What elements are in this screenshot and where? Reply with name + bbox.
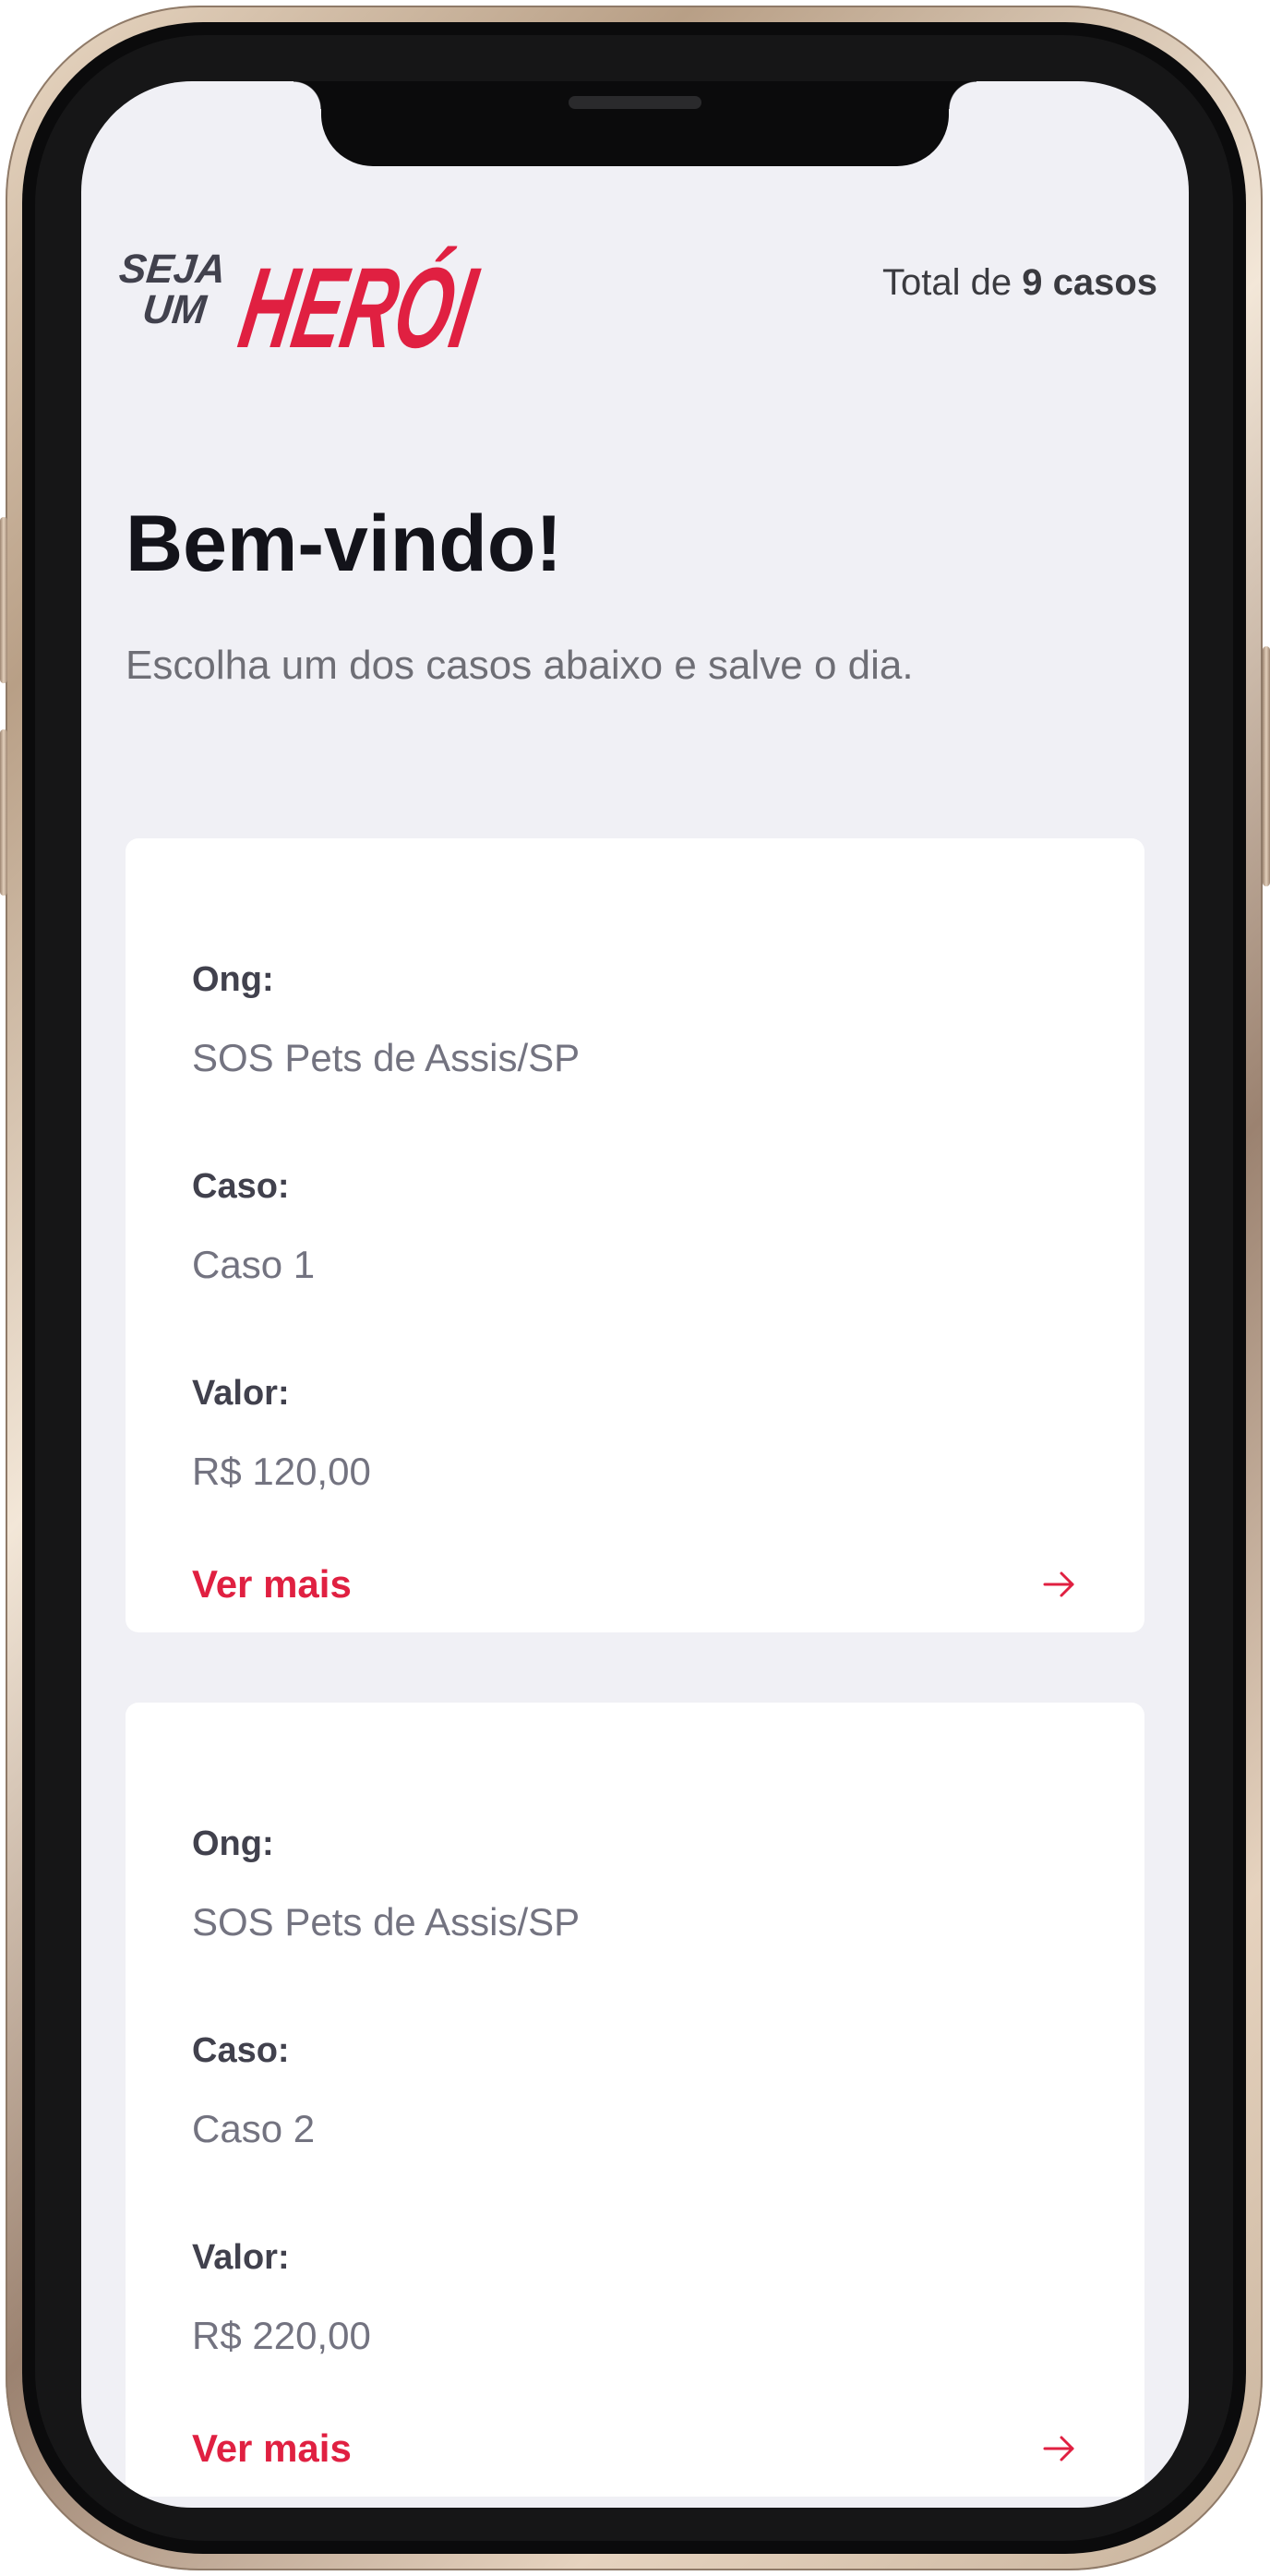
side-button [1263, 646, 1270, 886]
caso-value: Caso 1 [192, 1243, 316, 1286]
caso-label: Caso: [192, 2031, 290, 2070]
seja-um-heroi-logo: SEJA UM HERÓI [118, 245, 486, 372]
caso-label: Caso: [192, 1167, 290, 1206]
page-title: Bem-vindo! [126, 500, 562, 588]
ong-label: Ong: [192, 960, 274, 999]
total-cases-counter: Total de 9 casos [882, 262, 1157, 304]
side-button [0, 729, 7, 896]
ver-mais-link[interactable]: Ver mais [192, 2421, 1078, 2476]
total-prefix: Total de [881, 262, 1012, 303]
total-count: 9 casos [1022, 262, 1157, 303]
valor-value: R$ 220,00 [192, 2314, 371, 2357]
ong-value: SOS Pets de Assis/SP [192, 1900, 581, 1944]
logo-text-seja: SEJA [118, 247, 228, 292]
phone-notch [294, 81, 976, 166]
arrow-right-icon[interactable] [1041, 1566, 1078, 1603]
ver-mais-label: Ver mais [192, 1562, 352, 1606]
ong-label: Ong: [192, 1824, 274, 1863]
ong-value: SOS Pets de Assis/SP [192, 1036, 581, 1079]
ver-mais-link[interactable]: Ver mais [192, 1557, 1078, 1612]
app-screen: SEJA UM HERÓI Total de 9 casos Bem-vindo… [81, 81, 1189, 2508]
caso-value: Caso 2 [192, 2107, 316, 2150]
page-subtitle: Escolha um dos casos abaixo e salve o di… [126, 643, 914, 688]
ver-mais-label: Ver mais [192, 2426, 352, 2470]
valor-value: R$ 120,00 [192, 1450, 371, 1493]
arrow-right-icon[interactable] [1041, 2430, 1078, 2467]
incident-card: Ong: SOS Pets de Assis/SP Caso: Caso 2 V… [126, 1703, 1144, 2497]
incident-card: Ong: SOS Pets de Assis/SP Caso: Caso 1 V… [126, 838, 1144, 1632]
valor-label: Valor: [192, 1374, 290, 1413]
side-button [0, 517, 7, 683]
logo-text-heroi: HERÓI [232, 245, 486, 372]
logo-text-um: UM [140, 287, 210, 332]
valor-label: Valor: [192, 2238, 290, 2277]
speaker-grille [569, 96, 701, 109]
